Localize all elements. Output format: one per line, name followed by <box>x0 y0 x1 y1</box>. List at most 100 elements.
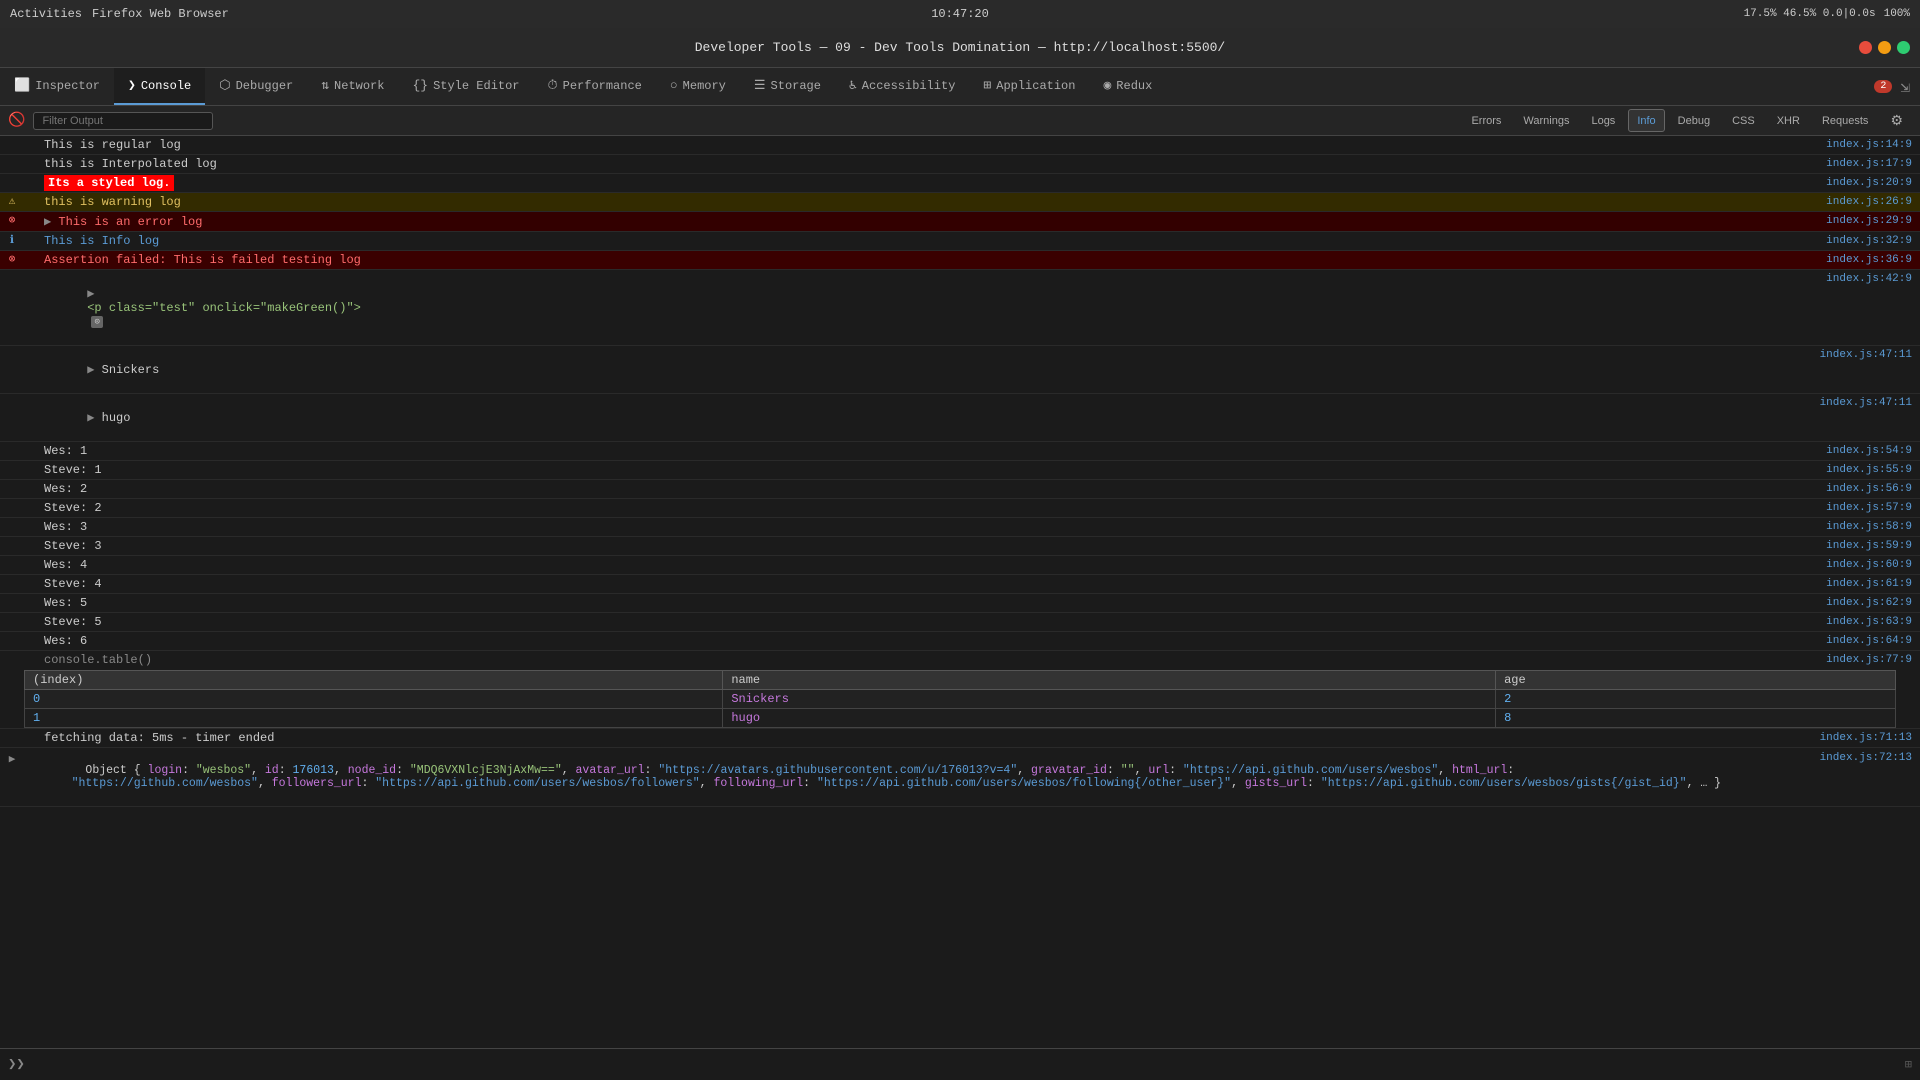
log-source[interactable]: index.js:59:9 <box>1800 538 1920 554</box>
log-source[interactable]: index.js:61:9 <box>1800 576 1920 592</box>
log-text: Steve: 5 <box>20 614 1800 630</box>
tab-style-editor-label: Style Editor <box>433 79 519 93</box>
table-cell-name: hugo <box>723 709 1496 728</box>
log-object-hugo: ▶ hugo index.js:47:11 <box>0 394 1920 442</box>
log-source[interactable]: index.js:72:13 <box>1800 750 1920 766</box>
console-input-right-icon[interactable]: ⊞ <box>1905 1057 1912 1072</box>
log-source[interactable]: index.js:20:9 <box>1800 175 1920 191</box>
console-input[interactable] <box>31 1058 1905 1072</box>
log-text: Assertion failed: This is failed testing… <box>20 252 1800 268</box>
log-wes1: Wes: 1 index.js:54:9 <box>0 442 1920 461</box>
css-filter-btn[interactable]: CSS <box>1723 109 1764 132</box>
log-source[interactable]: index.js:47:11 <box>1800 347 1920 363</box>
info-icon: ℹ <box>0 233 20 247</box>
log-source[interactable]: index.js:14:9 <box>1800 137 1920 153</box>
log-source[interactable]: index.js:26:9 <box>1800 194 1920 210</box>
window-controls <box>1859 41 1910 54</box>
minimize-button[interactable] <box>1878 41 1891 54</box>
tab-console[interactable]: ❯ Console <box>114 68 205 105</box>
log-source[interactable]: index.js:54:9 <box>1800 443 1920 459</box>
debugger-icon: ⬡ <box>219 78 230 93</box>
expand-dom-arrow[interactable]: ▶ <box>87 287 94 301</box>
tab-console-label: Console <box>141 79 191 93</box>
tab-accessibility[interactable]: ♿ Accessibility <box>835 68 969 105</box>
log-source[interactable]: index.js:32:9 <box>1800 233 1920 249</box>
log-source[interactable]: index.js:58:9 <box>1800 519 1920 535</box>
log-text: Wes: 1 <box>20 443 1800 459</box>
table-wrapper: (index) name age 0 Snickers 2 1 hugo 8 <box>0 670 1920 728</box>
log-source[interactable]: index.js:56:9 <box>1800 481 1920 497</box>
log-source[interactable]: index.js:57:9 <box>1800 500 1920 516</box>
application-icon: ⊞ <box>983 78 991 93</box>
tab-storage-label: Storage <box>771 79 821 93</box>
info-filter-btn[interactable]: Info <box>1628 109 1664 132</box>
log-text: Wes: 6 <box>20 633 1800 649</box>
tab-inspector[interactable]: ⬜ Inspector <box>0 68 114 105</box>
clear-console-icon[interactable]: 🚫 <box>8 112 25 129</box>
error-icon: ⊗ <box>0 252 20 266</box>
tab-application-label: Application <box>996 79 1075 93</box>
logs-filter-btn[interactable]: Logs <box>1582 109 1624 132</box>
tab-memory[interactable]: ○ Memory <box>656 68 740 105</box>
tab-network[interactable]: ⇅ Network <box>307 68 398 105</box>
log-source[interactable]: index.js:29:9 <box>1800 213 1920 229</box>
os-zoom: 100% <box>1884 8 1910 20</box>
activities-label[interactable]: Activities <box>10 7 82 21</box>
log-text: Object { login: "wesbos", id: 176013, no… <box>20 750 1800 804</box>
style-editor-icon: {} <box>412 78 428 93</box>
log-dom: ▶ <p class="test" onclick="makeGreen()">… <box>0 270 1920 346</box>
os-bar-time: 10:47:20 <box>931 7 989 21</box>
warnings-filter-btn[interactable]: Warnings <box>1514 109 1578 132</box>
debug-filter-btn[interactable]: Debug <box>1669 109 1719 132</box>
devtools-title: Developer Tools — 09 - Dev Tools Dominat… <box>695 40 1226 55</box>
log-source[interactable]: index.js:63:9 <box>1800 614 1920 630</box>
errors-filter-btn[interactable]: Errors <box>1462 109 1510 132</box>
expand-snickers-arrow[interactable]: ▶ <box>87 363 94 377</box>
tab-style-editor[interactable]: {} Style Editor <box>398 68 533 105</box>
log-source[interactable]: index.js:42:9 <box>1800 271 1920 287</box>
log-steve4: Steve: 4 index.js:61:9 <box>0 575 1920 594</box>
log-steve3: Steve: 3 index.js:59:9 <box>0 537 1920 556</box>
styled-log-text: Its a styled log. <box>44 175 174 191</box>
table-cell-name: Snickers <box>723 690 1496 709</box>
expand-icon[interactable]: ⇲ <box>1900 77 1910 97</box>
log-source[interactable]: index.js:64:9 <box>1800 633 1920 649</box>
settings-filter-btn[interactable]: ⚙ <box>1881 109 1912 132</box>
requests-filter-btn[interactable]: Requests <box>1813 109 1877 132</box>
memory-icon: ○ <box>670 78 678 93</box>
maximize-button[interactable] <box>1897 41 1910 54</box>
log-object-snickers: ▶ Snickers index.js:47:11 <box>0 346 1920 394</box>
os-bar-right: 17.5% 46.5% 0.0|0.0s 100% <box>1744 8 1910 20</box>
console-icon: ❯ <box>128 78 136 93</box>
close-button[interactable] <box>1859 41 1872 54</box>
tab-storage[interactable]: ☰ Storage <box>740 68 835 105</box>
table-cell-age: 2 <box>1496 690 1896 709</box>
filter-input[interactable] <box>33 112 213 130</box>
tab-inspector-label: Inspector <box>35 79 100 93</box>
log-source[interactable]: index.js:60:9 <box>1800 557 1920 573</box>
tab-redux-label: Redux <box>1116 79 1152 93</box>
log-source[interactable]: index.js:17:9 <box>1800 156 1920 172</box>
tab-application[interactable]: ⊞ Application <box>969 68 1089 105</box>
log-source[interactable]: index.js:77:9 <box>1800 652 1920 668</box>
log-source[interactable]: index.js:36:9 <box>1800 252 1920 268</box>
log-fetching: fetching data: 5ms - timer ended index.j… <box>0 729 1920 748</box>
os-bar: Activities Firefox Web Browser 10:47:20 … <box>0 0 1920 28</box>
table-cell-index: 0 <box>25 690 723 709</box>
xhr-filter-btn[interactable]: XHR <box>1768 109 1809 132</box>
log-source[interactable]: index.js:55:9 <box>1800 462 1920 478</box>
tab-performance[interactable]: ⏱ Performance <box>534 68 656 105</box>
dom-target-icon[interactable]: ⊙ <box>91 316 103 328</box>
log-source[interactable]: index.js:71:13 <box>1800 730 1920 746</box>
log-source[interactable]: index.js:47:11 <box>1800 395 1920 411</box>
log-warning: ⚠ this is warning log index.js:26:9 <box>0 193 1920 212</box>
log-text: ▶ This is an error log <box>20 213 1800 230</box>
tab-redux[interactable]: ◉ Redux <box>1089 68 1166 105</box>
expand-hugo-arrow[interactable]: ▶ <box>87 411 94 425</box>
table-row: 0 Snickers 2 <box>25 690 1896 709</box>
expand-object-arrow[interactable]: ▶ <box>9 752 16 766</box>
tab-debugger[interactable]: ⬡ Debugger <box>205 68 307 105</box>
log-source[interactable]: index.js:62:9 <box>1800 595 1920 611</box>
expand-arrow[interactable]: ▶ <box>44 215 51 229</box>
browser-label[interactable]: Firefox Web Browser <box>92 7 229 21</box>
